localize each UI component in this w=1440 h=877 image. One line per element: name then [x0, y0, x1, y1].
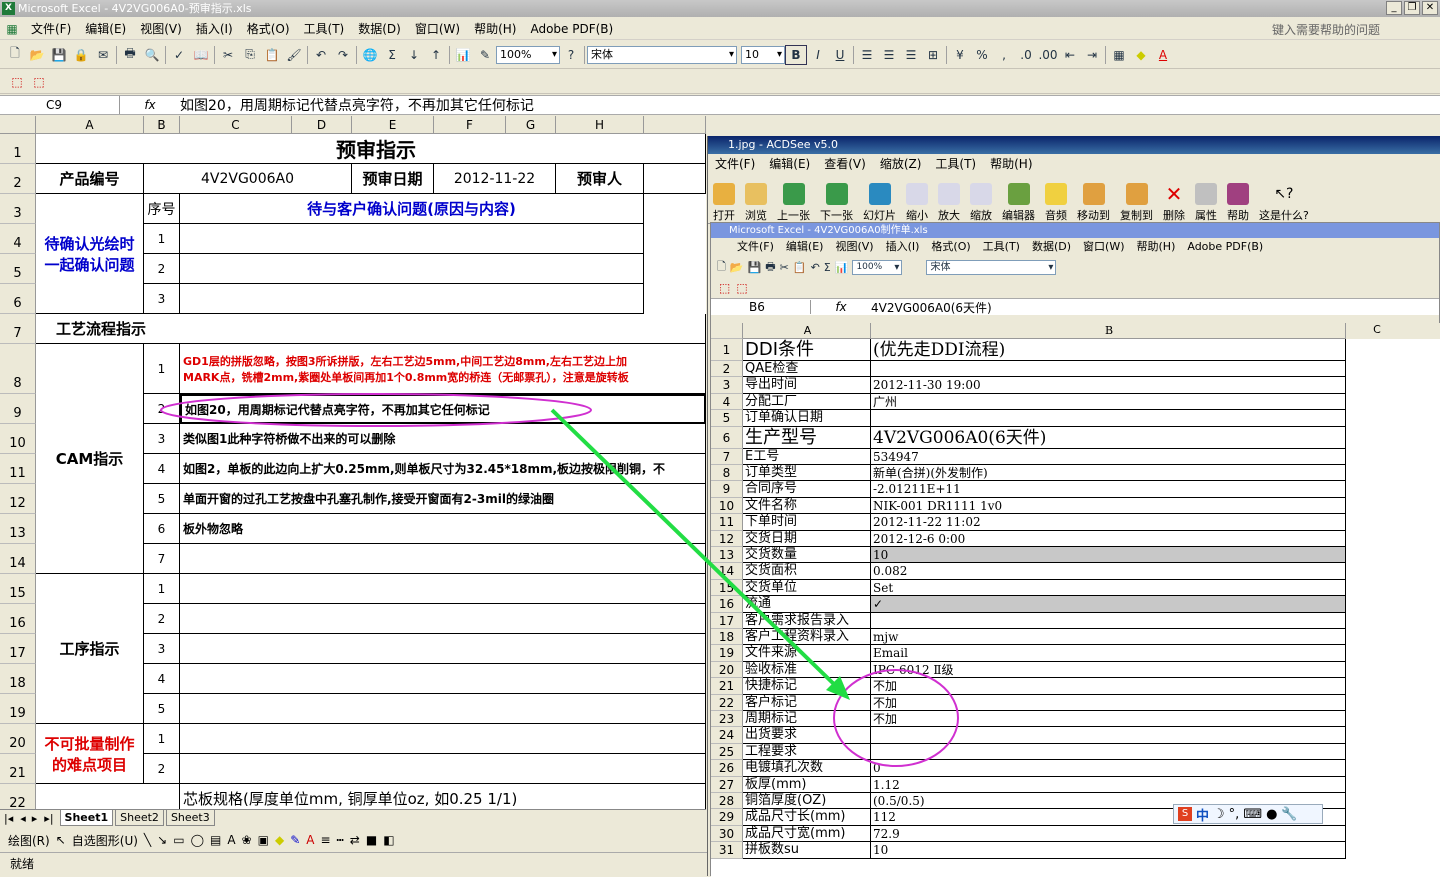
highlight-ellipse-right	[833, 669, 959, 767]
highlight-ellipse-left	[160, 393, 592, 427]
green-arrow-line	[550, 408, 842, 692]
annotation-overlay	[160, 393, 959, 767]
